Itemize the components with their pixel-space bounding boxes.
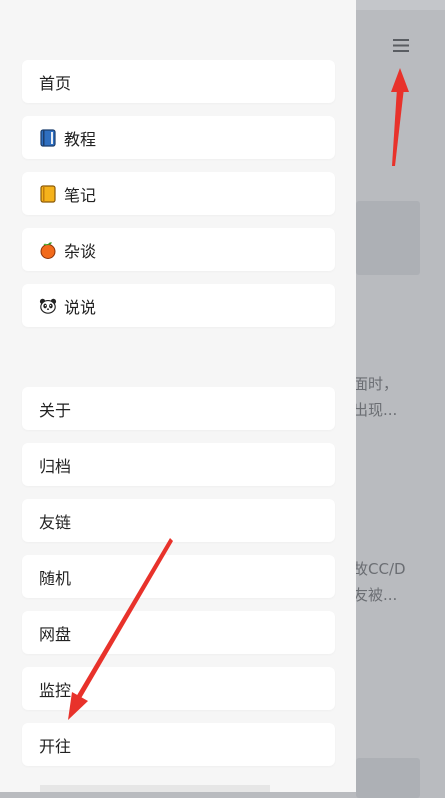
nav-item-label: 杂谈 (64, 241, 97, 261)
nav-item-label: 笔记 (64, 185, 97, 205)
background-header (355, 0, 445, 10)
background-snippet-line: 友被... (353, 586, 398, 604)
nav-item-random[interactable]: 随机 (22, 555, 335, 598)
tangerine-icon (39, 241, 57, 259)
nav-item-label: 随机 (39, 568, 72, 588)
nav-item-notes[interactable]: 笔记 (22, 172, 335, 215)
nav-item-label: 教程 (64, 129, 97, 149)
book-icon (39, 128, 57, 147)
nav-item-travelling[interactable]: 开往 (22, 723, 335, 766)
background-snippet-line: 出现... (353, 401, 398, 419)
nav-item-label: 网盘 (39, 624, 72, 644)
nav-item-musings[interactable]: 杂谈 (22, 228, 335, 271)
hamburger-menu-icon (393, 38, 409, 52)
background-card (356, 201, 420, 275)
nav-item-label: 友链 (39, 512, 72, 532)
nav-item-label: 说说 (64, 297, 97, 317)
background-snippet-line: 故CC/D (353, 560, 406, 578)
background-snippet-line: 面时， (353, 375, 399, 393)
nav-item-monitor[interactable]: 监控 (22, 667, 335, 710)
nav-item-label: 首页 (39, 73, 72, 93)
side-drawer: 首页 教程 笔记 杂谈 说说 关于 归档 友链 随机 网盘 监控 开往 (0, 0, 356, 792)
nav-item-friend-links[interactable]: 友链 (22, 499, 335, 542)
nav-item-home[interactable]: 首页 (22, 60, 335, 103)
background-card (356, 758, 420, 798)
nav-item-archive[interactable]: 归档 (22, 443, 335, 486)
nav-item-moments[interactable]: 说说 (22, 284, 335, 327)
nav-item-label: 关于 (39, 400, 72, 420)
nav-item-label: 监控 (39, 680, 72, 700)
menu-button[interactable] (388, 30, 414, 60)
nav-item-label: 归档 (39, 456, 72, 476)
nav-item-about[interactable]: 关于 (22, 387, 335, 430)
nav-item-label: 开往 (39, 736, 72, 756)
drawer-footer-text-cutoff (40, 782, 270, 792)
nav-item-tutorials[interactable]: 教程 (22, 116, 335, 159)
panda-icon (39, 297, 57, 315)
notebook-icon (39, 184, 57, 203)
nav-item-netdisk[interactable]: 网盘 (22, 611, 335, 654)
